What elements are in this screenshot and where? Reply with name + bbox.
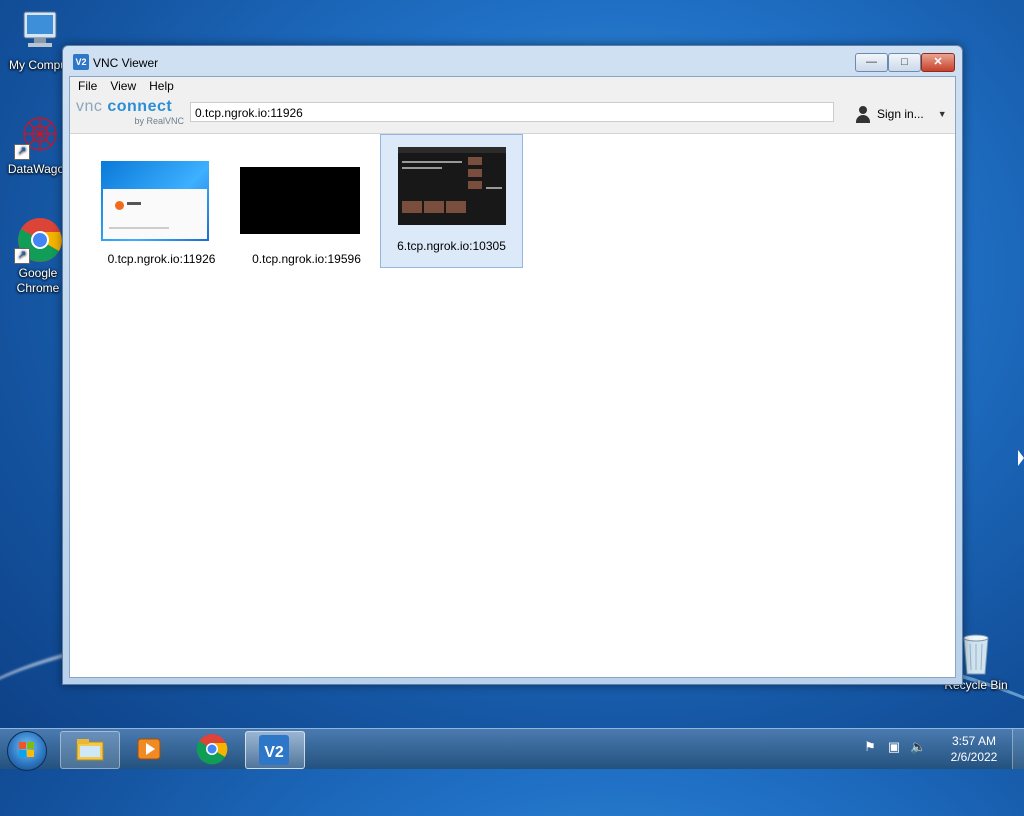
- connection-thumbnail-black-screen: [240, 167, 360, 234]
- vnc-connect-logo: vnc connect by RealVNC: [76, 98, 184, 126]
- thumbnail-window-pane: [103, 189, 207, 239]
- taskbar-clock[interactable]: 3:57 AM 2/6/2022: [940, 733, 1008, 765]
- shortcut-arrow-icon: ↗: [14, 144, 30, 160]
- address-book-panel: 0.tcp.ngrok.io:11926 0.tcp.ngrok.io:1959…: [70, 134, 955, 677]
- minimize-button[interactable]: —: [855, 53, 888, 72]
- thumbnail-text-line: [402, 161, 462, 163]
- action-center-flag-icon[interactable]: ⚑: [862, 739, 878, 755]
- connection-label: 0.tcp.ngrok.io:19596: [252, 252, 361, 266]
- connection-thumbnail-windows-desktop: [101, 161, 209, 241]
- window-client-area: File View Help vnc connect by RealVNC 0.…: [69, 76, 956, 678]
- vnc-viewer-icon: V2: [259, 735, 289, 765]
- connection-tile-selected[interactable]: 6.tcp.ngrok.io:10305: [380, 134, 523, 268]
- firefox-logo-icon: [115, 201, 124, 210]
- menu-bar: File View Help: [70, 77, 955, 95]
- toolbar: vnc connect by RealVNC 0.tcp.ngrok.io:11…: [70, 95, 955, 134]
- clock-time: 3:57 AM: [951, 734, 997, 748]
- thumbnail-video: [402, 201, 422, 213]
- windows-explorer-icon: [76, 739, 104, 761]
- taskbar-media-player[interactable]: [121, 731, 179, 767]
- menu-file[interactable]: File: [78, 79, 97, 93]
- chrome-icon: ↗: [14, 216, 62, 264]
- thumbnail-video: [424, 201, 444, 213]
- datawagon-icon: ↗: [14, 112, 62, 160]
- thumbnail-browser-bar: [398, 147, 506, 153]
- connection-tile[interactable]: 0.tcp.ngrok.io:11926: [90, 148, 233, 281]
- volume-icon[interactable]: 🔈: [910, 739, 926, 755]
- taskbar-chrome[interactable]: [183, 731, 241, 767]
- chevron-down-icon[interactable]: ▼: [938, 109, 947, 119]
- taskbar-windows-explorer[interactable]: [60, 731, 120, 769]
- network-icon[interactable]: ▣: [886, 739, 902, 755]
- user-icon: [854, 105, 872, 123]
- connection-label: 0.tcp.ngrok.io:11926: [107, 252, 216, 266]
- connection-thumbnail-dark-video-site: [398, 147, 506, 225]
- logo-connect-text: connect: [107, 98, 173, 115]
- taskbar: V2 ⚑ ▣ 🔈 3:57 AM 2/6/2022: [0, 728, 1024, 771]
- address-input[interactable]: 0.tcp.ngrok.io:11926: [190, 102, 834, 122]
- thumbnail-video: [446, 201, 466, 213]
- close-button[interactable]: ✕: [921, 53, 955, 72]
- vnc-viewer-window[interactable]: V2 VNC Viewer — □ ✕ File View Help vnc c…: [62, 45, 963, 685]
- mouse-cursor-icon: [1018, 450, 1024, 466]
- media-player-icon: [137, 738, 161, 760]
- window-title: VNC Viewer: [93, 56, 159, 70]
- title-bar[interactable]: V2 VNC Viewer — □ ✕: [63, 46, 962, 76]
- clock-date: 2/6/2022: [950, 750, 998, 764]
- thumbnail-video: [468, 157, 482, 165]
- logo-byline: by RealVNC: [134, 116, 184, 126]
- menu-help[interactable]: Help: [149, 79, 174, 93]
- chrome-icon: [196, 734, 228, 765]
- thumbnail-video: [468, 169, 482, 177]
- vnc-app-icon: V2: [73, 54, 89, 70]
- menu-view[interactable]: View: [110, 79, 136, 93]
- windows-logo-icon: [19, 742, 35, 758]
- computer-icon: [14, 8, 62, 56]
- connection-tile[interactable]: 0.tcp.ngrok.io:19596: [235, 148, 378, 281]
- thumbnail-video: [468, 181, 482, 189]
- svg-text:V2: V2: [264, 744, 284, 761]
- sign-in-label: Sign in...: [877, 107, 924, 121]
- connection-label: 6.tcp.ngrok.io:10305: [397, 239, 506, 253]
- start-button[interactable]: [7, 731, 47, 771]
- shortcut-arrow-icon: ↗: [14, 248, 30, 264]
- thumbnail-text-line: [127, 202, 141, 205]
- show-desktop-button[interactable]: [1012, 729, 1024, 769]
- taskbar-vnc-viewer[interactable]: V2: [245, 731, 305, 769]
- thumbnail-row: [109, 227, 169, 229]
- thumbnail-text-line: [486, 187, 502, 189]
- system-tray: ⚑ ▣ 🔈: [862, 739, 926, 755]
- maximize-button[interactable]: □: [888, 53, 921, 72]
- logo-vnc-text: vnc: [76, 98, 103, 115]
- sign-in-button[interactable]: Sign in... ▼: [854, 105, 947, 123]
- thumbnail-text-line: [402, 167, 442, 169]
